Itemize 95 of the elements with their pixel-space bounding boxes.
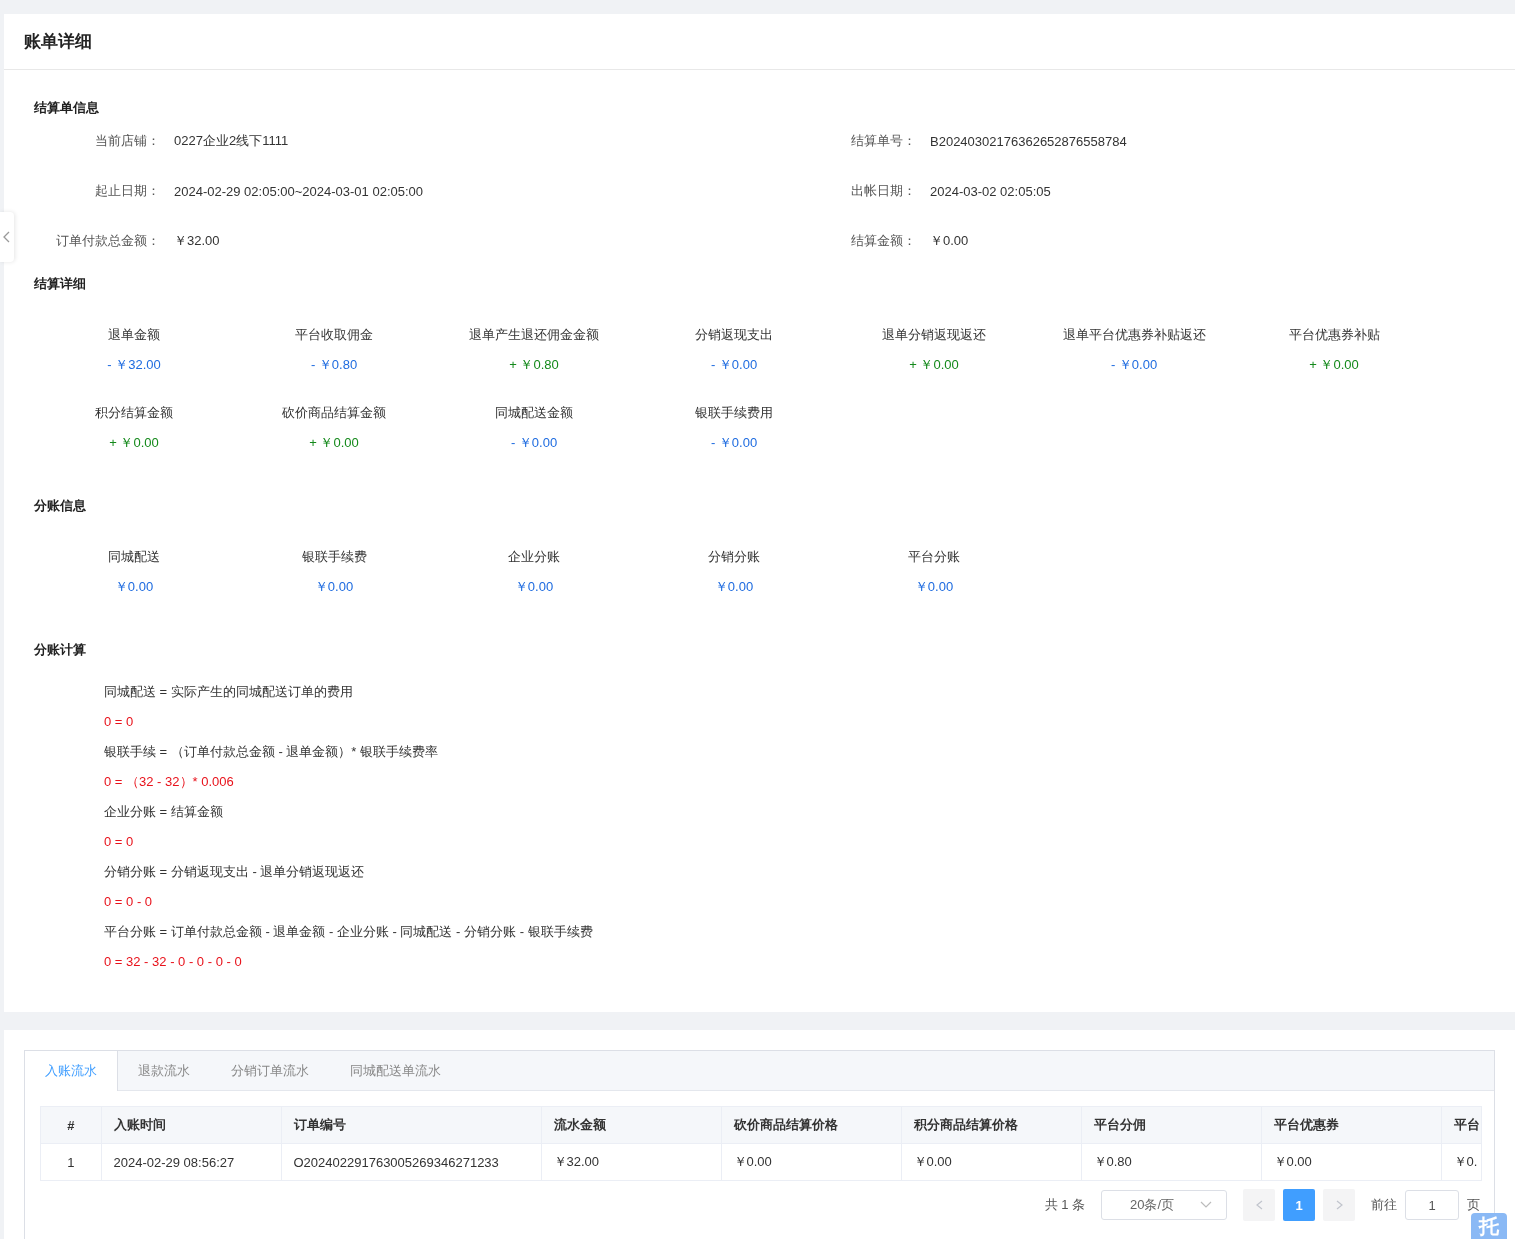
table-cell: ￥0.80 bbox=[1081, 1143, 1261, 1180]
stat-label: 同城配送金额 bbox=[495, 404, 573, 422]
formula-text: 同城配送 = 实际产生的同城配送订单的费用 bbox=[104, 684, 353, 700]
collapse-tab[interactable] bbox=[0, 212, 14, 262]
field-label: 订单付款总金额： bbox=[55, 232, 160, 250]
column-header: # bbox=[41, 1107, 101, 1144]
stat-label: 退单金额 bbox=[108, 326, 160, 344]
tab[interactable]: 分销订单流水 bbox=[211, 1051, 330, 1090]
stat-value: ￥0.00 bbox=[314, 578, 354, 596]
stat-label: 退单产生退还佣金金额 bbox=[469, 326, 599, 344]
stat-value: ￥0.00 bbox=[114, 578, 154, 596]
table-cell: ￥0.00 bbox=[1261, 1143, 1441, 1180]
field-value: 2024-03-02 02:05:05 bbox=[929, 183, 1051, 199]
tab[interactable]: 入账流水 bbox=[25, 1051, 118, 1091]
table-cell: ￥0.00 bbox=[901, 1143, 1081, 1180]
page-title: 账单详细 bbox=[24, 31, 92, 53]
section-title: 结算单信息 bbox=[34, 99, 100, 117]
stat-value: - ￥32.00 bbox=[107, 356, 161, 374]
field-value: B20240302176362652876558784 bbox=[929, 133, 1127, 149]
caret-icon bbox=[1200, 1201, 1212, 1209]
stat-label: 平台分账 bbox=[908, 548, 960, 566]
section-title: 分账信息 bbox=[34, 497, 87, 515]
tab[interactable]: 同城配送单流水 bbox=[330, 1051, 462, 1090]
floating-button[interactable]: 托 bbox=[1471, 1213, 1507, 1239]
stat-value: + ￥0.80 bbox=[509, 356, 559, 374]
table-cell: 2024-02-29 08:56:27 bbox=[101, 1143, 281, 1180]
stat-value: + ￥0.00 bbox=[109, 434, 159, 452]
stat-value: + ￥0.00 bbox=[909, 356, 959, 374]
column-header: 平台 bbox=[1441, 1107, 1481, 1144]
formula-text: 银联手续 = （订单付款总金额 - 退单金额）* 银联手续费率 bbox=[104, 744, 439, 760]
prev-page-button[interactable] bbox=[1243, 1189, 1275, 1221]
stat-value: + ￥0.00 bbox=[1309, 356, 1359, 374]
table-cell: ￥0.00 bbox=[721, 1143, 901, 1180]
stat-value: - ￥0.00 bbox=[710, 356, 758, 374]
next-page-button[interactable] bbox=[1323, 1189, 1355, 1221]
stat-value: ￥0.00 bbox=[914, 578, 954, 596]
table-cell: ￥32.00 bbox=[541, 1143, 721, 1180]
page-suffix: 页 bbox=[1467, 1196, 1480, 1214]
stat-label: 银联手续费用 bbox=[695, 404, 773, 422]
field-label: 结算金额： bbox=[850, 232, 916, 250]
page-size-select[interactable]: 20条/页 bbox=[1101, 1190, 1227, 1220]
field-label: 结算单号： bbox=[850, 132, 916, 150]
column-header: 平台分佣 bbox=[1081, 1107, 1261, 1144]
formula-result: 0 = 32 - 32 - 0 - 0 - 0 - 0 bbox=[104, 954, 242, 970]
table-cell: 1 bbox=[41, 1143, 101, 1180]
page-button[interactable]: 1 bbox=[1283, 1189, 1315, 1221]
formula-result: 0 = 0 - 0 bbox=[104, 894, 153, 910]
stat-label: 退单分销返现返还 bbox=[882, 326, 986, 344]
stat-value: - ￥0.00 bbox=[1110, 356, 1158, 374]
stat-value: ￥0.00 bbox=[714, 578, 754, 596]
column-header: 平台优惠券 bbox=[1261, 1107, 1441, 1144]
column-header: 积分商品结算价格 bbox=[901, 1107, 1081, 1144]
column-header: 流水金额 bbox=[541, 1107, 721, 1144]
field-value: 2024-02-29 02:05:00~2024-03-01 02:05:00 bbox=[173, 183, 424, 199]
field-value: ￥32.00 bbox=[173, 232, 220, 250]
tab[interactable]: 退款流水 bbox=[118, 1051, 211, 1090]
formula-result: 0 = 0 bbox=[104, 834, 134, 850]
field-value: ￥0.00 bbox=[929, 232, 969, 250]
chevron-left-icon bbox=[3, 231, 11, 243]
formula-text: 分销分账 = 分销返现支出 - 退单分销返现返还 bbox=[104, 864, 365, 880]
goto-label: 前往 bbox=[1371, 1196, 1397, 1214]
stat-label: 砍价商品结算金额 bbox=[282, 404, 386, 422]
stat-label: 分销返现支出 bbox=[695, 326, 773, 344]
section-title: 结算详细 bbox=[34, 275, 87, 293]
stat-label: 银联手续费 bbox=[301, 548, 367, 566]
total-count: 共 1 条 bbox=[1044, 1196, 1085, 1214]
stat-value: - ￥0.80 bbox=[310, 356, 358, 374]
formula-text: 企业分账 = 结算金额 bbox=[104, 804, 223, 820]
stat-value: - ￥0.00 bbox=[710, 434, 758, 452]
field-label: 当前店铺： bbox=[94, 132, 160, 150]
field-label: 起止日期： bbox=[94, 182, 160, 200]
stat-label: 积分结算金额 bbox=[95, 404, 173, 422]
field-label: 出帐日期： bbox=[850, 182, 916, 200]
section-title: 分账计算 bbox=[34, 641, 87, 659]
stat-value: + ￥0.00 bbox=[309, 434, 359, 452]
field-value: 0227企业2线下1111 bbox=[173, 132, 289, 150]
chevron-left-icon bbox=[1255, 1200, 1263, 1210]
column-header: 订单编号 bbox=[281, 1107, 541, 1144]
stat-label: 同城配送 bbox=[108, 548, 160, 566]
formula-result: 0 = （32 - 32）* 0.006 bbox=[104, 774, 234, 790]
formula-result: 0 = 0 bbox=[104, 714, 134, 730]
stat-label: 分销分账 bbox=[708, 548, 760, 566]
stat-label: 退单平台优惠券补贴返还 bbox=[1062, 326, 1206, 344]
stat-label: 平台优惠券补贴 bbox=[1288, 326, 1380, 344]
chevron-right-icon bbox=[1335, 1200, 1343, 1210]
column-header: 入账时间 bbox=[101, 1107, 281, 1144]
stat-value: ￥0.00 bbox=[514, 578, 554, 596]
stat-label: 平台收取佣金 bbox=[295, 326, 373, 344]
page-input[interactable]: 1 bbox=[1405, 1190, 1459, 1220]
stat-label: 企业分账 bbox=[508, 548, 560, 566]
column-header: 砍价商品结算价格 bbox=[721, 1107, 901, 1144]
table-cell: ￥0. bbox=[1441, 1143, 1481, 1180]
stat-value: - ￥0.00 bbox=[510, 434, 558, 452]
table-cell: O202402291763005269346271233 bbox=[281, 1143, 541, 1180]
formula-text: 平台分账 = 订单付款总金额 - 退单金额 - 企业分账 - 同城配送 - 分销分账 - 银联手续费 bbox=[104, 924, 593, 940]
